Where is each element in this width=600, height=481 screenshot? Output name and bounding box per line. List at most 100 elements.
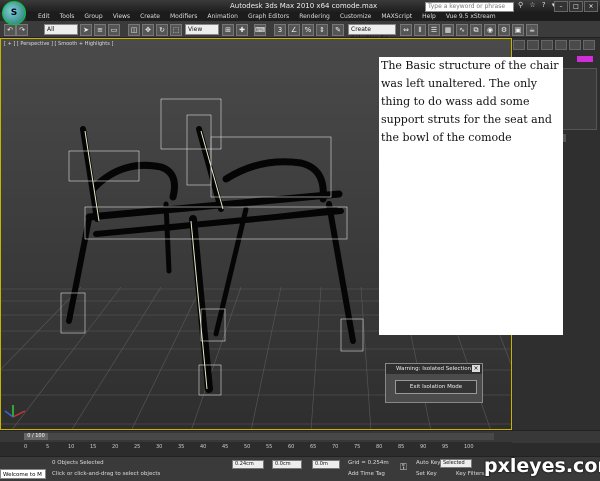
- menu-maxscript[interactable]: MAXScript: [381, 13, 412, 20]
- tick-label: 15: [90, 444, 97, 450]
- grid-size: Grid = 0.254m: [348, 460, 389, 466]
- exit-isolation-button[interactable]: Exit Isolation Mode: [395, 380, 477, 394]
- time-slider-thumb[interactable]: 0 / 100: [24, 433, 48, 440]
- scale-icon[interactable]: ⬚: [170, 24, 182, 36]
- motion-tab[interactable]: [555, 40, 567, 50]
- set-key-button[interactable]: Set Key: [416, 471, 437, 477]
- selection-count: 0 Objects Selected: [52, 460, 104, 466]
- select-by-name-icon[interactable]: ≡: [94, 24, 106, 36]
- watermark: pxleyes.com: [484, 455, 600, 477]
- select-icon[interactable]: ➤: [80, 24, 92, 36]
- menu-customize[interactable]: Customize: [340, 13, 372, 20]
- tick-label: 25: [134, 444, 141, 450]
- hierarchy-tab[interactable]: [541, 40, 553, 50]
- schematic-view-icon[interactable]: ⧉: [470, 24, 482, 36]
- app-logo-icon[interactable]: S: [2, 1, 26, 25]
- window-crossing-icon[interactable]: ◫: [128, 24, 140, 36]
- x-coord-field[interactable]: 0.24cm: [232, 460, 264, 469]
- align-icon[interactable]: ⫴: [414, 24, 426, 36]
- tick-label: 30: [156, 444, 163, 450]
- menu-bar: Edit Tools Group Views Create Modifiers …: [26, 12, 600, 21]
- pivot-icon[interactable]: ⊞: [222, 24, 234, 36]
- main-toolbar: ↶ ↷ All ➤ ≡ ▭ ◫ ✥ ↻ ⬚ View ⊞ ✚ ⌨ 3 ∠ % ⇕…: [0, 21, 600, 42]
- tick-label: 60: [288, 444, 295, 450]
- move-icon[interactable]: ✥: [142, 24, 154, 36]
- reference-coord-select[interactable]: View: [185, 24, 219, 35]
- tick-label: 65: [310, 444, 317, 450]
- tick-label: 0: [24, 444, 28, 450]
- viewport-label[interactable]: [ + ] [ Perspective ] [ Smooth + Highlig…: [4, 41, 113, 47]
- tick-label: 90: [420, 444, 427, 450]
- angle-snap-icon[interactable]: ∠: [288, 24, 300, 36]
- tick-label: 75: [354, 444, 361, 450]
- menu-edit[interactable]: Edit: [38, 13, 50, 20]
- utilities-tab[interactable]: [583, 40, 595, 50]
- tick-label: 20: [112, 444, 119, 450]
- minimize-button[interactable]: –: [554, 1, 568, 12]
- menu-modifiers[interactable]: Modifiers: [170, 13, 197, 20]
- rectangle-select-icon[interactable]: ▭: [108, 24, 120, 36]
- maxscript-listener[interactable]: Welcome to M: [0, 469, 46, 479]
- isolation-dialog: Warning: Isolated Selection × Exit Isola…: [385, 363, 483, 403]
- display-tab[interactable]: [569, 40, 581, 50]
- maximize-button[interactable]: □: [569, 1, 583, 12]
- layer-manager-icon[interactable]: ☰: [428, 24, 440, 36]
- time-slider-track[interactable]: [24, 433, 494, 440]
- close-button[interactable]: ×: [584, 1, 598, 12]
- menu-views[interactable]: Views: [113, 13, 130, 20]
- key-icon[interactable]: ⚿: [400, 463, 407, 473]
- annotation-note: The Basic structure of the chair was lef…: [379, 57, 563, 335]
- named-selection-select[interactable]: Create Selection Se: [348, 24, 396, 42]
- mirror-icon[interactable]: ⇔: [400, 24, 412, 36]
- render-icon[interactable]: ☕: [526, 24, 538, 36]
- graphite-icon[interactable]: ▦: [442, 24, 454, 36]
- modify-tab[interactable]: [527, 40, 539, 50]
- edit-named-selection-icon[interactable]: ✎: [332, 24, 344, 36]
- auto-key-button[interactable]: Auto Key: [416, 460, 441, 466]
- note-text: The Basic structure of the chair was lef…: [381, 59, 559, 144]
- tick-label: 45: [222, 444, 229, 450]
- menu-group[interactable]: Group: [84, 13, 102, 20]
- tick-label: 85: [398, 444, 405, 450]
- object-color-swatch[interactable]: [577, 56, 593, 62]
- tick-label: 80: [376, 444, 383, 450]
- curve-editor-icon[interactable]: ∿: [456, 24, 468, 36]
- menu-tools[interactable]: Tools: [60, 13, 75, 20]
- tick-label: 35: [178, 444, 185, 450]
- prompt-line: Click or click-and-drag to select object…: [52, 471, 161, 477]
- dialog-close-icon[interactable]: ×: [472, 365, 480, 372]
- add-time-tag[interactable]: Add Time Tag: [348, 471, 385, 477]
- material-editor-icon[interactable]: ◉: [484, 24, 496, 36]
- snap-icon[interactable]: 3: [274, 24, 286, 36]
- search-input[interactable]: Type a keyword or phrase: [425, 2, 514, 12]
- create-tab[interactable]: [513, 40, 525, 50]
- tick-label: 5: [46, 444, 50, 450]
- menu-rendering[interactable]: Rendering: [299, 13, 330, 20]
- manipulate-icon[interactable]: ✚: [236, 24, 248, 36]
- redo-icon[interactable]: ↷: [16, 24, 28, 36]
- tick-label: 55: [266, 444, 273, 450]
- dialog-title: Warning: Isolated Selection ×: [386, 364, 482, 374]
- window-title: Autodesk 3ds Max 2010 x64 comode.max: [230, 2, 378, 10]
- key-mode-select[interactable]: Selected: [440, 459, 472, 468]
- menu-help[interactable]: Help: [422, 13, 436, 20]
- undo-icon[interactable]: ↶: [4, 24, 16, 36]
- menu-vue[interactable]: Vue 9.5 xStream: [446, 13, 496, 20]
- selection-filter-select[interactable]: All: [44, 24, 78, 35]
- menu-animation[interactable]: Animation: [207, 13, 238, 20]
- y-coord-field[interactable]: 0.0cm: [272, 460, 302, 469]
- z-coord-field[interactable]: 0.0m: [312, 460, 340, 469]
- rotate-icon[interactable]: ↻: [156, 24, 168, 36]
- keyboard-shortcut-icon[interactable]: ⌨: [254, 24, 266, 36]
- title-icons[interactable]: ⚲ ☆ ? ▾: [518, 1, 557, 9]
- render-setup-icon[interactable]: ⚙: [498, 24, 510, 36]
- menu-graph-editors[interactable]: Graph Editors: [248, 13, 289, 20]
- rendered-frame-icon[interactable]: ▣: [512, 24, 524, 36]
- percent-snap-icon[interactable]: %: [302, 24, 314, 36]
- menu-create[interactable]: Create: [140, 13, 160, 20]
- tick-label: 95: [442, 444, 449, 450]
- dialog-title-text: Warning: Isolated Selection: [396, 366, 472, 372]
- track-bar[interactable]: 0 5 10 15 20 25 30 35 40 45 50 55 60 65 …: [0, 442, 512, 456]
- spinner-snap-icon[interactable]: ⇕: [316, 24, 328, 36]
- tick-label: 70: [332, 444, 339, 450]
